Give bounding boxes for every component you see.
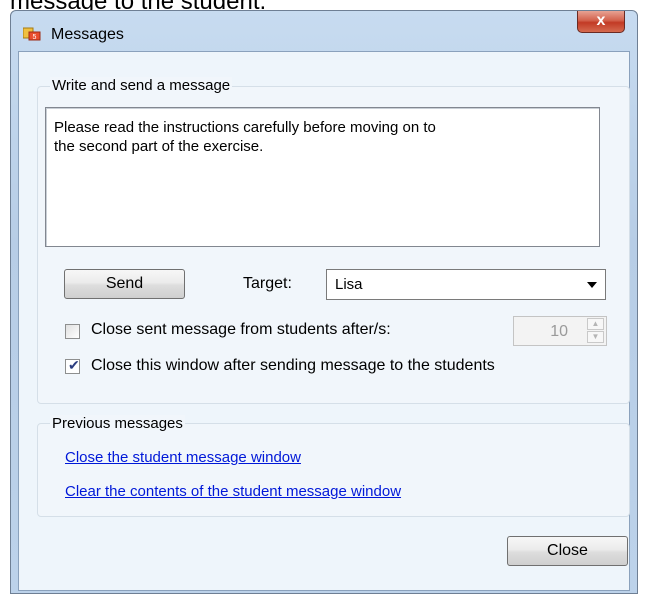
auto-close-checkbox[interactable] — [65, 324, 80, 339]
chevron-down-icon — [587, 282, 597, 288]
window-close-button[interactable]: x — [577, 11, 625, 33]
clear-student-window-link[interactable]: Clear the contents of the student messag… — [65, 483, 401, 500]
message-textarea[interactable]: Please read the instructions carefully b… — [45, 107, 600, 247]
close-button[interactable]: Close — [507, 536, 628, 566]
close-student-window-link[interactable]: Close the student message window — [65, 449, 301, 466]
target-label: Target: — [243, 275, 292, 292]
spin-down-icon[interactable]: ▼ — [587, 331, 604, 343]
previous-messages-group — [37, 423, 630, 517]
close-after-send-label: Close this window after sending message … — [91, 357, 495, 374]
close-icon: x — [596, 12, 606, 29]
auto-close-seconds-stepper[interactable]: 10 ▲ ▼ — [513, 316, 607, 346]
send-button[interactable]: Send — [64, 269, 185, 299]
target-select-value: Lisa — [335, 276, 363, 293]
messages-app-icon: 5 — [23, 27, 41, 41]
title-bar[interactable]: 5 Messages x — [11, 11, 637, 51]
close-after-send-checkbox[interactable]: ✔ — [65, 357, 80, 374]
auto-close-seconds-value: 10 — [550, 323, 568, 340]
previous-messages-label: Previous messages — [50, 415, 185, 432]
spin-up-icon[interactable]: ▲ — [587, 318, 604, 330]
auto-close-label: Close sent message from students after/s… — [91, 321, 391, 338]
window-title: Messages — [51, 26, 124, 43]
compose-group-label: Write and send a message — [50, 77, 233, 94]
checkmark-icon: ✔ — [68, 357, 80, 373]
target-select[interactable]: Lisa — [326, 269, 606, 300]
svg-text:5: 5 — [33, 34, 37, 41]
